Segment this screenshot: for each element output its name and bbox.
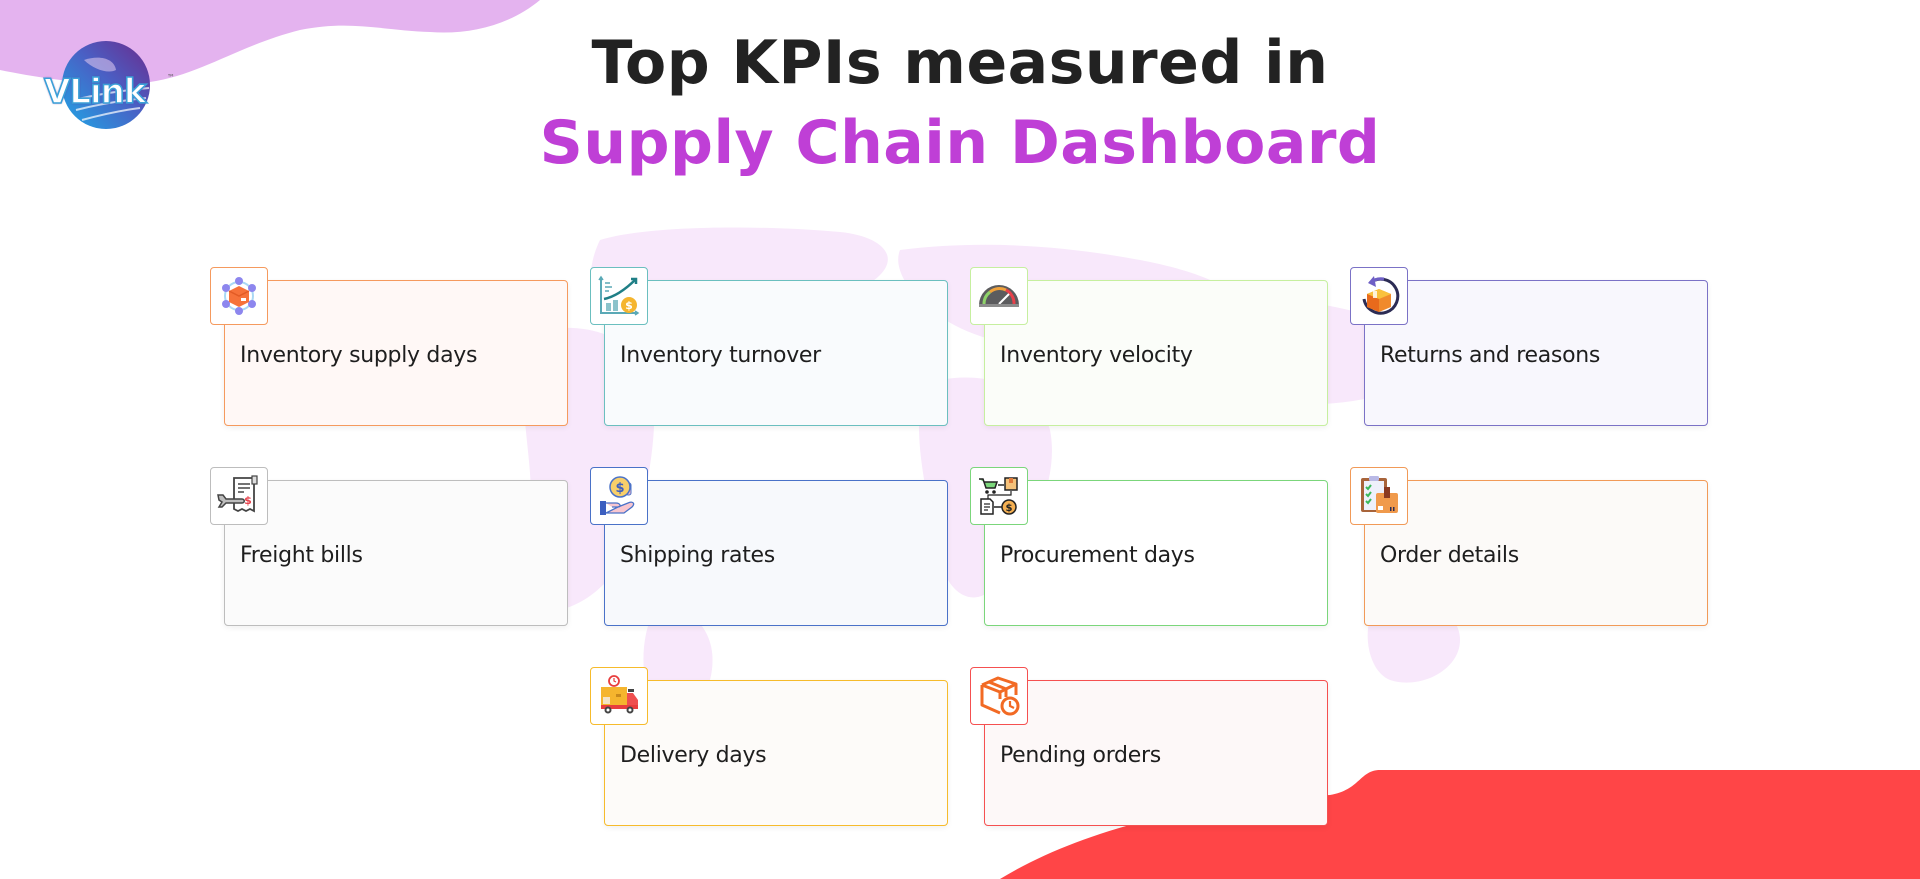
svg-text:$: $ (244, 494, 252, 507)
page-title: Top KPIs measured in (591, 28, 1329, 98)
kpi-card-pending-orders: Pending orders (984, 680, 1328, 826)
svg-text:$: $ (625, 299, 633, 312)
hand-coin-icon: $ (590, 467, 648, 525)
kpi-label: Inventory velocity (1000, 343, 1193, 368)
kpi-label: Order details (1380, 543, 1519, 568)
kpi-card-inventory-supply-days: Inventory supply days (224, 280, 568, 426)
kpi-card-freight-bills: Freight bills (224, 480, 568, 626)
speedometer-icon (970, 267, 1028, 325)
svg-text:$: $ (615, 481, 624, 496)
clipboard-box-icon (1350, 467, 1408, 525)
kpi-card-returns-and-reasons: Returns and reasons (1364, 280, 1708, 426)
kpi-card-inventory-turnover: Inventory turnover (604, 280, 948, 426)
kpi-label: Freight bills (240, 543, 363, 568)
page-subtitle: Supply Chain Dashboard (539, 108, 1381, 178)
kpi-card-order-details: Order details (1364, 480, 1708, 626)
kpi-label: Pending orders (1000, 743, 1161, 768)
kpi-label: Shipping rates (620, 543, 775, 568)
kpi-label: Procurement days (1000, 543, 1195, 568)
kpi-label: Inventory turnover (620, 343, 821, 368)
kpi-label: Returns and reasons (1380, 343, 1601, 368)
inventory-network-icon (210, 267, 268, 325)
box-return-icon (1350, 267, 1408, 325)
svg-text:$: $ (1006, 503, 1013, 514)
kpi-label: Inventory supply days (240, 343, 478, 368)
kpi-card-inventory-velocity: Inventory velocity (984, 280, 1328, 426)
kpi-card-shipping-rates: Shipping rates (604, 480, 948, 626)
kpi-card-delivery-days: Delivery days (604, 680, 948, 826)
growth-chart-dollar-icon: $ (590, 267, 648, 325)
kpi-card-procurement-days: Procurement days (984, 480, 1328, 626)
procurement-flow-icon: $ (970, 467, 1028, 525)
delivery-truck-icon (590, 667, 648, 725)
kpi-label: Delivery days (620, 743, 767, 768)
box-clock-icon (970, 667, 1028, 725)
freight-bill-icon: $ (210, 467, 268, 525)
